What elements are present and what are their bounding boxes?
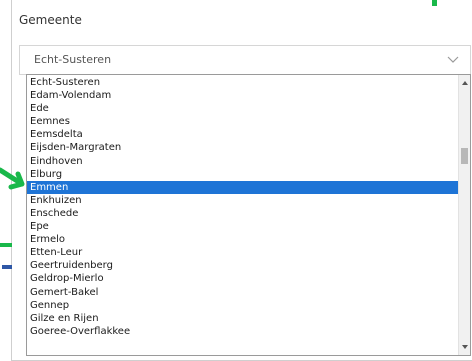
option-item[interactable]: Geertruidenberg <box>27 259 459 272</box>
option-item[interactable]: Enkhuizen <box>27 194 459 207</box>
option-item[interactable]: Elburg <box>27 168 459 181</box>
scroll-down-arrow-icon[interactable] <box>462 345 468 349</box>
option-item[interactable]: Eijsden-Margraten <box>27 141 459 154</box>
option-item[interactable]: Gemert-Bakel <box>27 286 459 299</box>
option-item[interactable]: Epe <box>27 220 459 233</box>
option-item[interactable]: Echt-Susteren <box>27 76 459 89</box>
chevron-down-icon <box>447 56 459 63</box>
municipality-select[interactable]: Echt-Susteren <box>19 45 471 75</box>
option-item[interactable]: Eemsdelta <box>27 128 459 141</box>
option-item[interactable]: Ermelo <box>27 233 459 246</box>
option-item[interactable]: Ede <box>27 102 459 115</box>
option-item[interactable]: Goeree-Overflakkee <box>27 325 459 338</box>
option-item[interactable]: Geldrop-Mierlo <box>27 272 459 285</box>
option-item[interactable]: Gennep <box>27 299 459 312</box>
green-arrow-icon <box>0 167 25 190</box>
option-item[interactable]: Enschede <box>27 207 459 220</box>
scrollbar-thumb[interactable] <box>461 148 468 164</box>
select-value: Echt-Susteren <box>34 53 112 66</box>
blue-decoration-left <box>2 265 12 269</box>
option-item[interactable]: Gilze en Rijen <box>27 312 459 325</box>
field-label: Gemeente <box>19 13 82 27</box>
scrollbar[interactable] <box>458 75 470 355</box>
option-highlighted[interactable]: Emmen <box>27 180 459 194</box>
green-decoration-left <box>0 243 12 247</box>
option-item[interactable]: Eemnes <box>27 115 459 128</box>
dropdown-list[interactable]: Echt-Susteren Edam-Volendam Ede Eemnes Eemsd… <box>26 74 471 356</box>
option-list: Echt-Susteren Edam-Volendam Ede Eemnes Eemsd… <box>27 76 459 338</box>
green-decoration-top <box>432 0 437 6</box>
option-item[interactable]: Etten-Leur <box>27 246 459 259</box>
option-item[interactable]: Edam-Volendam <box>27 89 459 102</box>
scroll-up-arrow-icon[interactable] <box>462 81 468 85</box>
option-item[interactable]: Eindhoven <box>27 155 459 168</box>
